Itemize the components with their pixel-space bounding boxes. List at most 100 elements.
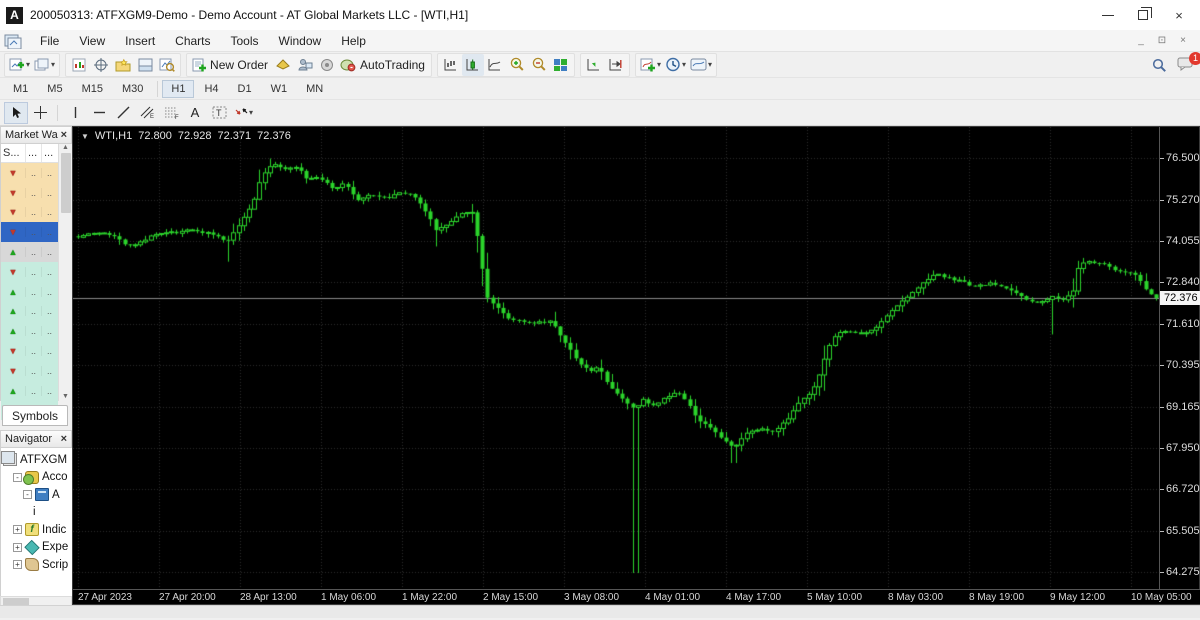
market-watch-row[interactable]: ▼.... [1,341,58,361]
expand-icon[interactable]: + [13,560,22,570]
market-watch-close-icon[interactable]: × [61,129,67,141]
indicators-button[interactable]: ▾ [638,54,663,76]
market-watch-row[interactable]: ▲.... [1,321,58,342]
market-watch-row[interactable]: ▼.... [1,222,58,243]
navigator-close-icon[interactable]: × [61,433,67,445]
templates-button[interactable]: ▾ [688,54,714,76]
timeframe-mn[interactable]: MN [297,80,332,98]
market-watch-row[interactable]: ▲.... [1,380,58,401]
navigator-button[interactable] [112,54,134,76]
chart-ohlc-label[interactable]: ▼ WTI,H1 72.800 72.928 72.371 72.376 [81,130,291,142]
collapse-icon[interactable]: - [13,472,22,482]
menu-view[interactable]: View [69,32,115,50]
market-watch-scrollbar[interactable]: ▲ ▼ [58,144,72,401]
market-watch-row[interactable]: ▼.... [1,360,58,381]
auto-scroll-button[interactable] [583,54,605,76]
data-window-button[interactable] [90,54,112,76]
menu-insert[interactable]: Insert [115,32,165,50]
menu-charts[interactable]: Charts [165,32,220,50]
new-chart-button[interactable]: ▾ [7,54,32,76]
trendline-button[interactable] [111,102,135,124]
menu-tools[interactable]: Tools [221,32,269,50]
child-restore-button[interactable]: ⊡ [1158,35,1166,46]
time-axis[interactable]: 27 Apr 2023 27 Apr 20:00 28 Apr 13:00 1 May… [73,589,1200,604]
zoom-out-button[interactable] [528,54,550,76]
tile-windows-button[interactable] [550,54,572,76]
cursor-icon [12,107,21,118]
new-order-button[interactable]: New Order [189,54,272,76]
scroll-down-icon[interactable]: ▼ [62,393,69,400]
timeframe-m15[interactable]: M15 [73,80,112,98]
expand-icon[interactable]: + [13,542,22,552]
timeframe-d1[interactable]: D1 [229,80,261,98]
timeframe-m1[interactable]: M1 [4,80,37,98]
navigator-item-a[interactable]: -A [1,486,72,504]
navigator-item-acco[interactable]: - Acco [1,469,72,487]
collapse-icon[interactable]: - [23,490,32,500]
navigator-item-i[interactable]: i [1,504,72,522]
vertical-line-button[interactable] [63,102,87,124]
chart-shift-button[interactable] [605,54,627,76]
child-close-button[interactable]: × [1180,35,1186,46]
chart-system-icon[interactable] [4,33,22,49]
timeframe-w1[interactable]: W1 [262,80,297,98]
zoom-in-button[interactable] [506,54,528,76]
bar-chart-button[interactable] [440,54,462,76]
broadcast-button[interactable] [316,54,338,76]
market-watch-column-headers[interactable]: S... ... ... [1,144,58,163]
minimize-button[interactable] [1102,9,1114,16]
arrows-button[interactable]: ▾ [231,102,255,124]
expand-icon[interactable]: + [13,525,22,535]
navigator-item-expe[interactable]: + Expe [1,539,72,557]
equidistant-channel-button[interactable]: E [135,102,159,124]
price-axis[interactable]: 76.500 75.270 74.055 72.840 71.610 70.395 69.1… [1159,127,1200,591]
cursor-button[interactable] [4,101,28,124]
data-window-icon [93,57,108,72]
crosshair-button[interactable] [28,102,52,124]
chart-canvas[interactable] [73,127,1161,591]
market-watch-row[interactable]: ▲.... [1,242,58,262]
scrollbar-thumb[interactable] [60,153,71,213]
market-watch-row[interactable]: ▼.... [1,163,58,183]
navigator-item-atfxgm[interactable]: ATFXGM [1,451,72,469]
market-watch-row[interactable]: ▲.... [1,281,58,302]
candlestick-chart-button[interactable] [461,53,484,76]
profiles-button[interactable]: ▾ [32,54,57,76]
market-watch-row[interactable]: ▼.... [1,202,58,223]
fibonacci-button[interactable]: F [159,102,183,124]
child-minimize-button[interactable]: _ [1138,35,1144,46]
scrollbar-thumb[interactable] [3,598,29,605]
scroll-up-icon[interactable]: ▲ [62,144,69,151]
timeframe-h1[interactable]: H1 [162,79,195,98]
terminal-button[interactable] [134,54,156,76]
market-watch-row[interactable]: ▼.... [1,261,58,282]
text-button[interactable]: A [183,102,207,124]
market-watch-button[interactable] [68,54,90,76]
timeframe-m5[interactable]: M5 [38,80,71,98]
market-watch-row[interactable]: ▼.... [1,182,58,203]
menu-window[interactable]: Window [269,32,332,50]
market-watch-row[interactable]: ▲.... [1,301,58,322]
broadcast-icon [320,58,333,71]
timeframe-m30[interactable]: M30 [113,80,152,98]
menu-file[interactable]: File [30,32,69,50]
line-chart-button[interactable] [484,54,506,76]
restore-button[interactable] [1138,7,1152,20]
navigator-item-indic[interactable]: + f Indic [1,521,72,539]
autotrading-button[interactable]: AutoTrading [338,54,429,76]
search-icon[interactable] [1152,58,1167,73]
timeframe-h4[interactable]: H4 [195,80,227,98]
text-label-button[interactable]: T [207,102,231,124]
menu-help[interactable]: Help [331,32,376,50]
mql-community-button[interactable] [294,54,316,76]
ask-cell: .. [41,286,57,297]
strategy-tester-button[interactable] [156,54,178,76]
symbols-tab[interactable]: Symbols [2,405,68,426]
navigator-item-scrip[interactable]: + Scrip [1,556,72,574]
notifications-button[interactable]: 1 [1177,51,1200,74]
periods-button[interactable]: ▾ [663,54,688,76]
close-button[interactable]: × [1172,8,1186,23]
mql-community-icon [298,58,313,70]
horizontal-line-button[interactable] [87,102,111,124]
metaeditor-button[interactable] [272,54,294,76]
